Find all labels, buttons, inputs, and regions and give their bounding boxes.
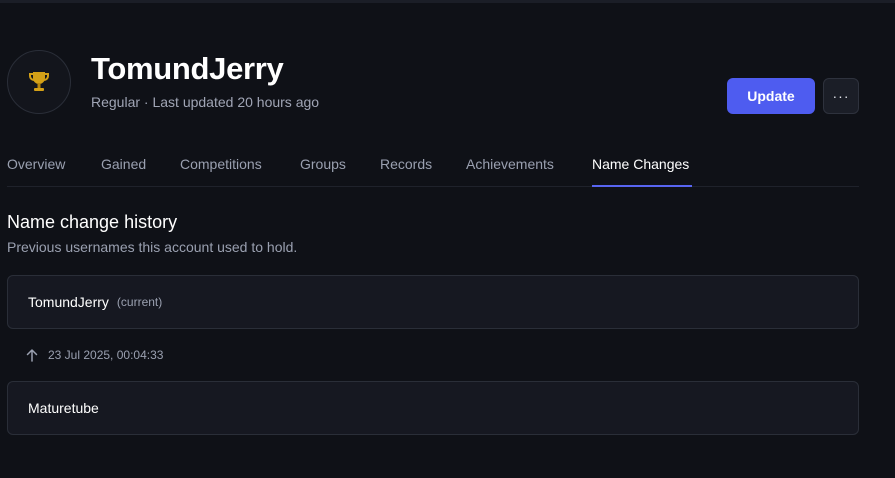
tab-gained[interactable]: Gained [101, 156, 146, 172]
player-header: TomundJerry Regular · Last updated 20 ho… [7, 50, 859, 114]
current-tag: (current) [116, 295, 163, 309]
trophy-icon [29, 72, 49, 91]
section-subtitle: Previous usernames this account used to … [7, 239, 298, 255]
update-button[interactable]: Update [727, 78, 815, 114]
avatar [7, 50, 71, 114]
active-tab-indicator [592, 185, 692, 187]
name-history-item-previous: Maturetube [7, 381, 859, 435]
change-date: 23 Jul 2025, 00:04:33 [48, 348, 164, 362]
player-subtitle: Regular · Last updated 20 hours ago [91, 94, 320, 110]
tab-bar: Overview Gained Competitions Groups Reco… [7, 146, 859, 187]
tab-competitions[interactable]: Competitions [180, 156, 262, 172]
more-options-button[interactable]: ··· [823, 78, 859, 114]
section-title: Name change history [7, 212, 178, 232]
arrow-up-icon [26, 349, 38, 362]
name-history-item-current: TomundJerry (current) [7, 275, 859, 329]
tab-records[interactable]: Records [380, 156, 432, 172]
username: Maturetube [28, 400, 99, 416]
tab-groups[interactable]: Groups [300, 156, 346, 172]
name-change-event: 23 Jul 2025, 00:04:33 [26, 345, 163, 365]
username: TomundJerry [28, 294, 109, 310]
page-title: TomundJerry [91, 51, 284, 86]
tab-achievements[interactable]: Achievements [466, 156, 554, 172]
tab-overview[interactable]: Overview [7, 156, 65, 172]
tab-name-changes[interactable]: Name Changes [592, 156, 689, 172]
top-border [0, 0, 895, 3]
